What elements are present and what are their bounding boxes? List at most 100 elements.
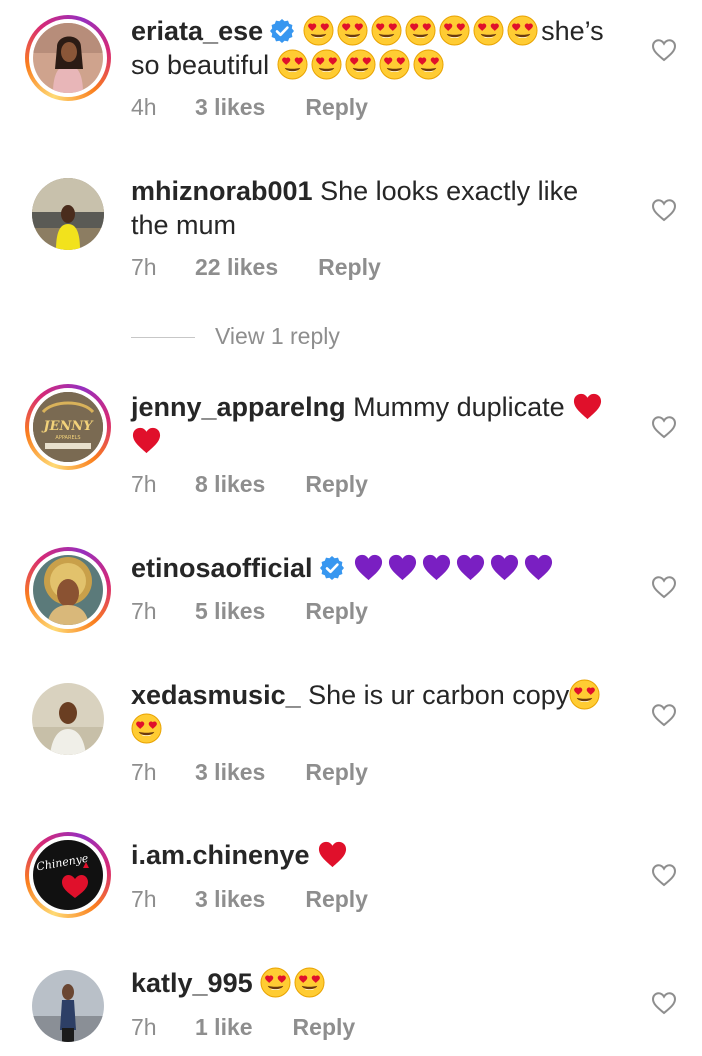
like-heart-icon[interactable] [651, 863, 677, 887]
comment-time: 7h [131, 759, 157, 785]
comment-body: She is ur carbon copy [308, 680, 570, 710]
reply-button[interactable]: Reply [305, 885, 368, 913]
likes-count[interactable]: 1 like [195, 1013, 253, 1041]
purple-heart-emoji-icon [387, 552, 418, 583]
heart-eyes-emoji-icon [569, 679, 600, 710]
heart-eyes-emoji-icon [413, 49, 444, 80]
logo-text: APPARELS [55, 435, 80, 441]
like-heart-icon[interactable] [651, 415, 677, 439]
divider-line [131, 337, 195, 339]
comment-time: 7h [131, 1014, 157, 1040]
comment-text: i.am.chinenye [131, 838, 631, 872]
emoji-group [317, 840, 351, 870]
comment-time: 7h [131, 471, 157, 497]
avatar-story-ring[interactable] [25, 15, 111, 101]
likes-count[interactable]: 3 likes [195, 758, 265, 786]
likes-count[interactable]: 3 likes [195, 93, 265, 121]
heart-eyes-emoji-icon [405, 15, 436, 46]
purple-heart-emoji-icon [523, 552, 554, 583]
comment-text: etinosaofficial [131, 551, 631, 585]
emoji-group [303, 16, 541, 46]
avatar: Chinenye [33, 840, 103, 910]
comment-username[interactable]: katly_995 [131, 968, 253, 998]
comment-meta: 4h 3 likes Reply [131, 93, 368, 121]
like-heart-icon[interactable] [651, 575, 677, 599]
comment-username[interactable]: jenny_apparelng [131, 392, 346, 422]
verified-badge-icon [319, 555, 345, 581]
purple-heart-emoji-icon [455, 552, 486, 583]
heart-eyes-emoji-icon [131, 713, 162, 744]
heart-eyes-emoji-icon [473, 15, 504, 46]
purple-heart-emoji-icon [421, 552, 452, 583]
heart-eyes-emoji-icon [260, 967, 291, 998]
comment-text: jenny_apparelng Mummy duplicate [131, 390, 611, 458]
comment-meta: 7h 3 likes Reply [131, 885, 368, 913]
comment-username[interactable]: mhiznorab001 [131, 176, 313, 206]
comment-text: katly_995 [131, 966, 631, 1000]
comment-meta: 7h 3 likes Reply [131, 758, 368, 786]
comment-username[interactable]: eriata_ese [131, 16, 263, 46]
comment-time: 7h [131, 886, 157, 912]
like-heart-icon[interactable] [651, 38, 677, 62]
heart-eyes-emoji-icon [303, 15, 334, 46]
likes-count[interactable]: 8 likes [195, 470, 265, 498]
likes-count[interactable]: 5 likes [195, 597, 265, 625]
comment-text: xedasmusic_ She is ur carbon copy [131, 678, 631, 746]
reply-button[interactable]: Reply [318, 253, 381, 281]
reply-button[interactable]: Reply [305, 93, 368, 121]
emoji-group [260, 968, 328, 998]
heart-eyes-emoji-icon [311, 49, 342, 80]
comment-username[interactable]: xedasmusic_ [131, 680, 301, 710]
reply-button[interactable]: Reply [293, 1013, 356, 1041]
emoji-group [353, 553, 557, 583]
red-heart-emoji-icon [317, 839, 348, 870]
avatar [33, 555, 103, 625]
reply-button[interactable]: Reply [305, 470, 368, 498]
avatar[interactable] [32, 970, 104, 1042]
heart-eyes-emoji-icon [294, 967, 325, 998]
comment-time: 7h [131, 254, 157, 280]
avatar[interactable] [32, 178, 104, 250]
heart-eyes-emoji-icon [371, 15, 402, 46]
likes-count[interactable]: 3 likes [195, 885, 265, 913]
comment-text: mhiznorab001 She looks exactly like the … [131, 174, 601, 242]
comment-time: 4h [131, 94, 157, 120]
view-replies-button[interactable]: View 1 reply [131, 320, 340, 352]
comment-meta: 7h 5 likes Reply [131, 597, 368, 625]
avatar [33, 23, 103, 93]
heart-eyes-emoji-icon [439, 15, 470, 46]
heart-eyes-emoji-icon [337, 15, 368, 46]
purple-heart-emoji-icon [353, 552, 384, 583]
likes-count[interactable]: 22 likes [195, 253, 278, 281]
avatar-story-ring[interactable]: JENNY APPARELS [25, 384, 111, 470]
comment-time: 7h [131, 598, 157, 624]
avatar-story-ring[interactable] [25, 547, 111, 633]
comment-body: Mummy duplicate [353, 392, 565, 422]
like-heart-icon[interactable] [651, 991, 677, 1015]
verified-badge-icon [269, 18, 295, 44]
red-heart-emoji-icon [131, 425, 162, 456]
reply-button[interactable]: Reply [305, 758, 368, 786]
heart-eyes-emoji-icon [345, 49, 376, 80]
like-heart-icon[interactable] [651, 703, 677, 727]
comment-meta: 7h 1 like Reply [131, 1013, 355, 1041]
comment-body-cont: so beautiful [131, 50, 270, 80]
comment-text: eriata_ese she’s so beautiful [131, 14, 631, 82]
emoji-group [277, 50, 447, 80]
avatar-story-ring[interactable]: Chinenye [25, 832, 111, 918]
heart-eyes-emoji-icon [507, 15, 538, 46]
red-heart-emoji-icon [572, 391, 603, 422]
heart-eyes-emoji-icon [277, 49, 308, 80]
comment-meta: 7h 8 likes Reply [131, 470, 368, 498]
reply-button[interactable]: Reply [305, 597, 368, 625]
comment-meta: 7h 22 likes Reply [131, 253, 381, 281]
purple-heart-emoji-icon [489, 552, 520, 583]
comment-username[interactable]: i.am.chinenye [131, 840, 310, 870]
comment-username[interactable]: etinosaofficial [131, 553, 313, 583]
like-heart-icon[interactable] [651, 198, 677, 222]
view-replies-label: View 1 reply [215, 323, 340, 349]
logo-text: JENNY [40, 419, 94, 434]
comment-body: she’s [541, 16, 604, 46]
avatar: JENNY APPARELS [33, 392, 103, 462]
avatar[interactable] [32, 683, 104, 755]
